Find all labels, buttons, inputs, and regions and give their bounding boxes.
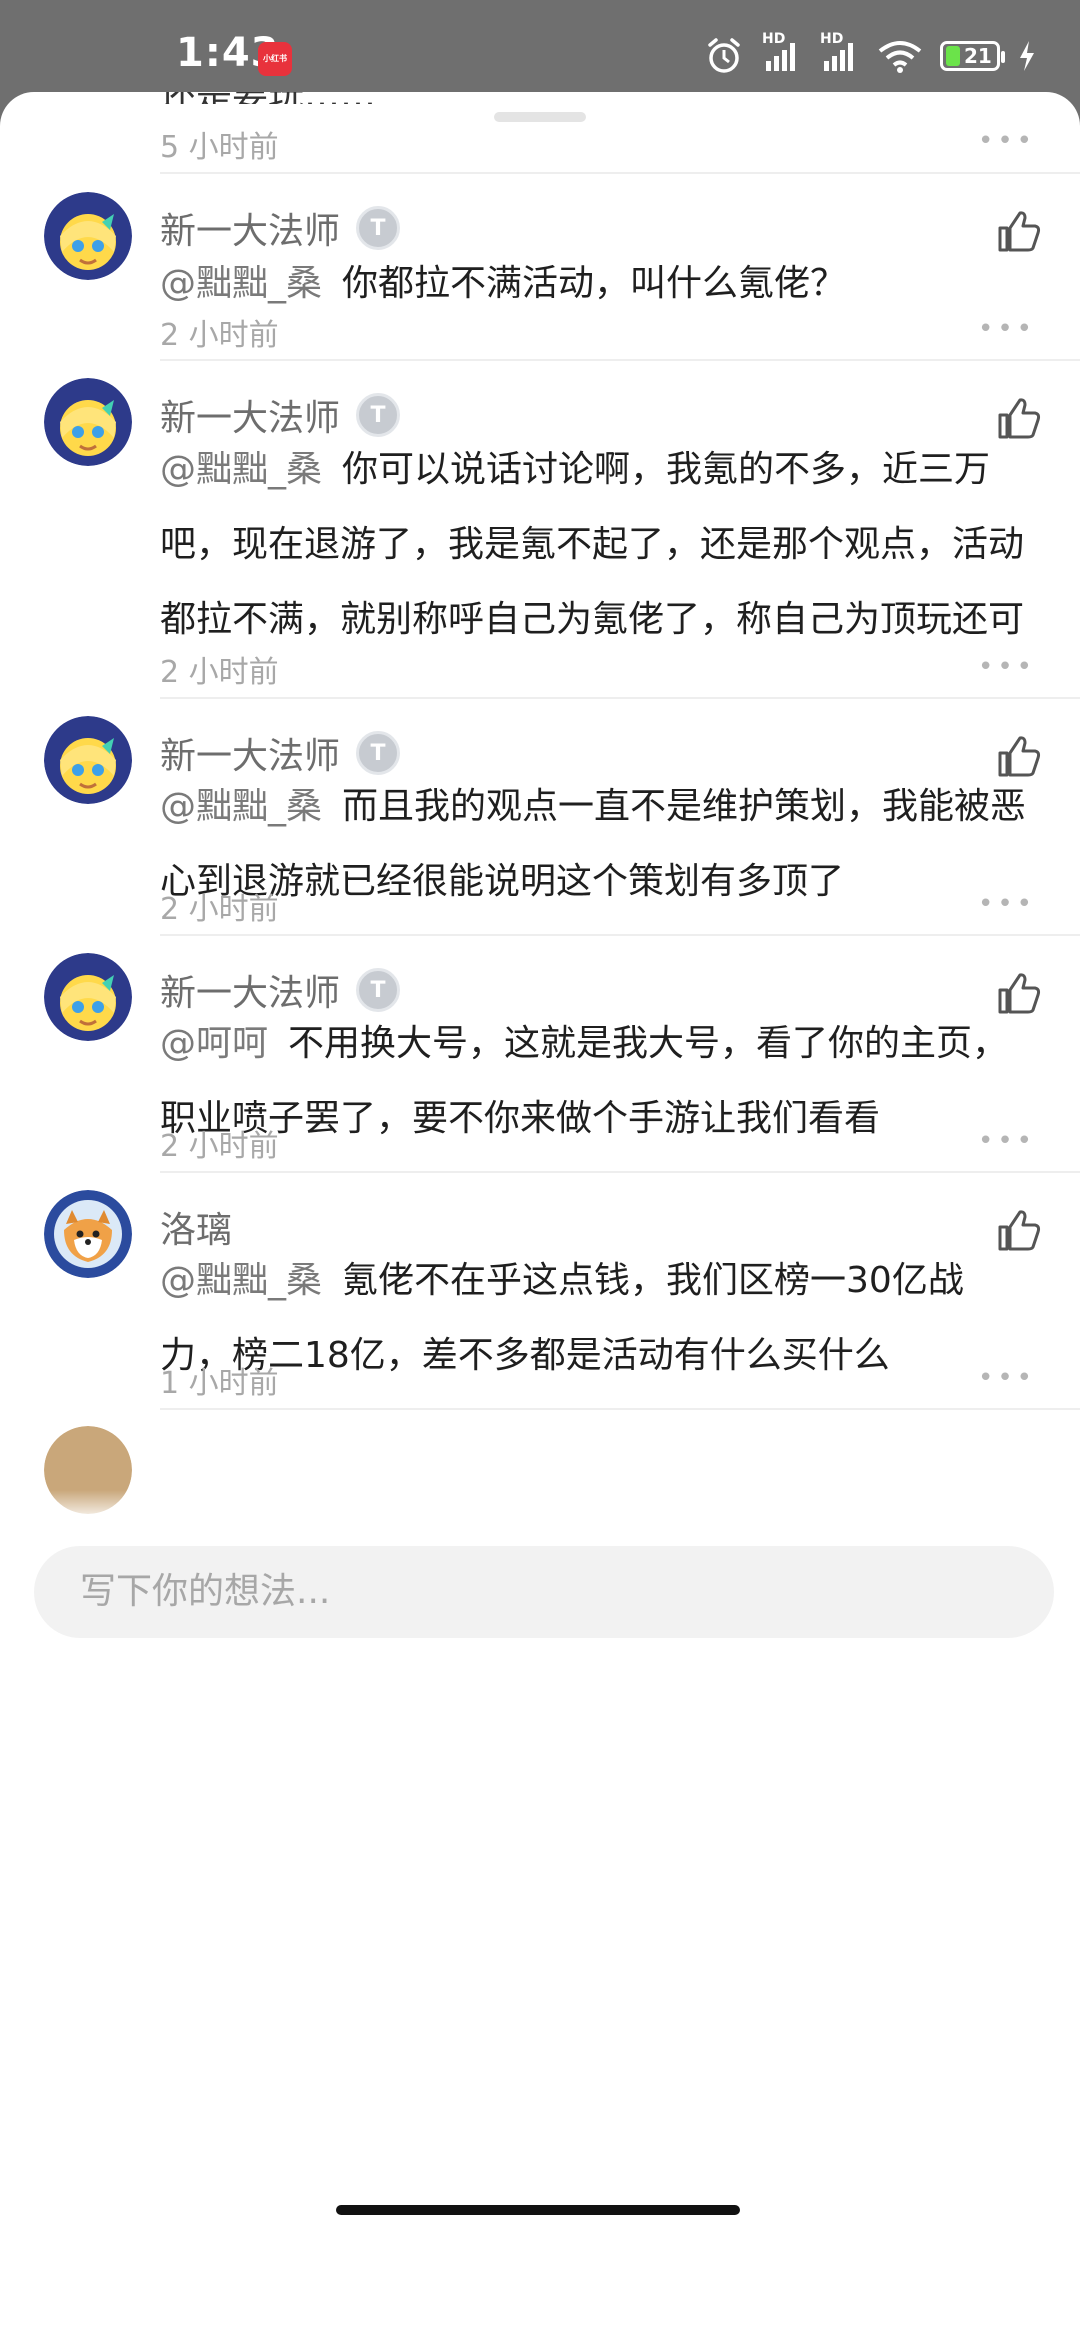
comment-time: 2 小时前 [160, 1129, 279, 1164]
divider [160, 359, 1080, 361]
comment-text: @呵呵 不用换大号，这就是我大号，看了你的主页，职业喷子罢了，要不你来做个手游让我… [160, 1023, 1009, 1139]
comment-time: 2 小时前 [160, 655, 279, 690]
more-dots-icon[interactable]: ••• [978, 314, 1036, 344]
comment-time: 2 小时前 [160, 892, 279, 927]
status-icons: HD HD 21 [704, 31, 1036, 76]
wifi-icon [878, 41, 922, 73]
battery-indicator: 21 [940, 41, 1005, 71]
comment-input-bar: 写下你的想法... [0, 1490, 1080, 2340]
app-notification-icon: 小红书 [258, 42, 292, 76]
signal-2-icon: HD [820, 31, 860, 73]
user-level-badge: T [356, 393, 401, 437]
comment-mention[interactable]: @黜黜_桑 [160, 786, 322, 827]
user-level-badge: T [356, 206, 401, 250]
divider [160, 697, 1080, 699]
comment-mention[interactable]: @黜黜_桑 [160, 1260, 322, 1301]
avatar[interactable] [44, 1190, 132, 1278]
comment-time: 2 小时前 [160, 318, 279, 353]
comment-mention[interactable]: @黜黜_桑 [160, 449, 322, 490]
more-dots-icon[interactable]: ••• [978, 652, 1036, 682]
sheet-drag-handle[interactable] [494, 112, 586, 122]
more-dots-icon[interactable]: ••• [978, 1126, 1036, 1156]
comment-input[interactable]: 写下你的想法... [34, 1546, 1054, 1638]
comment-time: 1 小时前 [160, 1366, 279, 1401]
divider [160, 1171, 1080, 1173]
comment-mention[interactable]: @呵呵 [160, 1023, 268, 1064]
comments-sheet[interactable]: 还是要玩…… 5 小时前 ••• 新一大法师 T @黜黜_桑你都拉不满活动，叫什… [0, 92, 1080, 2340]
divider [160, 1408, 1080, 1410]
bolt-icon [1020, 41, 1034, 71]
comment-mention[interactable]: @黜黜_桑 [160, 263, 322, 304]
divider [160, 172, 1080, 174]
comment-text: @黜黜_桑 氪佬不在乎这点钱，我们区榜一30亿战力，榜二18亿，差不多都是活动有什… [160, 1260, 964, 1376]
signal-1-icon: HD [762, 31, 802, 73]
home-indicator[interactable] [336, 2205, 740, 2215]
comment-text: @黜黜_桑 你都拉不满活动，叫什么氪佬？ [160, 263, 847, 304]
alarm-icon [708, 38, 740, 73]
comment-time: 5 小时前 [160, 130, 279, 165]
more-dots-icon[interactable]: ••• [978, 889, 1036, 919]
more-dots-icon[interactable]: ••• [978, 1363, 1036, 1393]
avatar[interactable] [44, 716, 132, 804]
comment-text: @黜黜_桑 而且我的观点一直不是维护策划，我能被恶心到退游就已经很能说明这个策划有… [160, 786, 1027, 902]
partial-comment-text: 还是要玩…… [160, 92, 860, 104]
comment-text: @黜黜_桑 你可以说话讨论啊，我氪的不多，近三万吧，现在退游了，我是氪不起了，还是… [160, 449, 1025, 640]
more-dots-icon[interactable]: ••• [978, 126, 1036, 156]
avatar[interactable] [44, 192, 132, 280]
avatar[interactable] [44, 378, 132, 466]
divider [160, 934, 1080, 936]
avatar[interactable] [44, 953, 132, 1041]
